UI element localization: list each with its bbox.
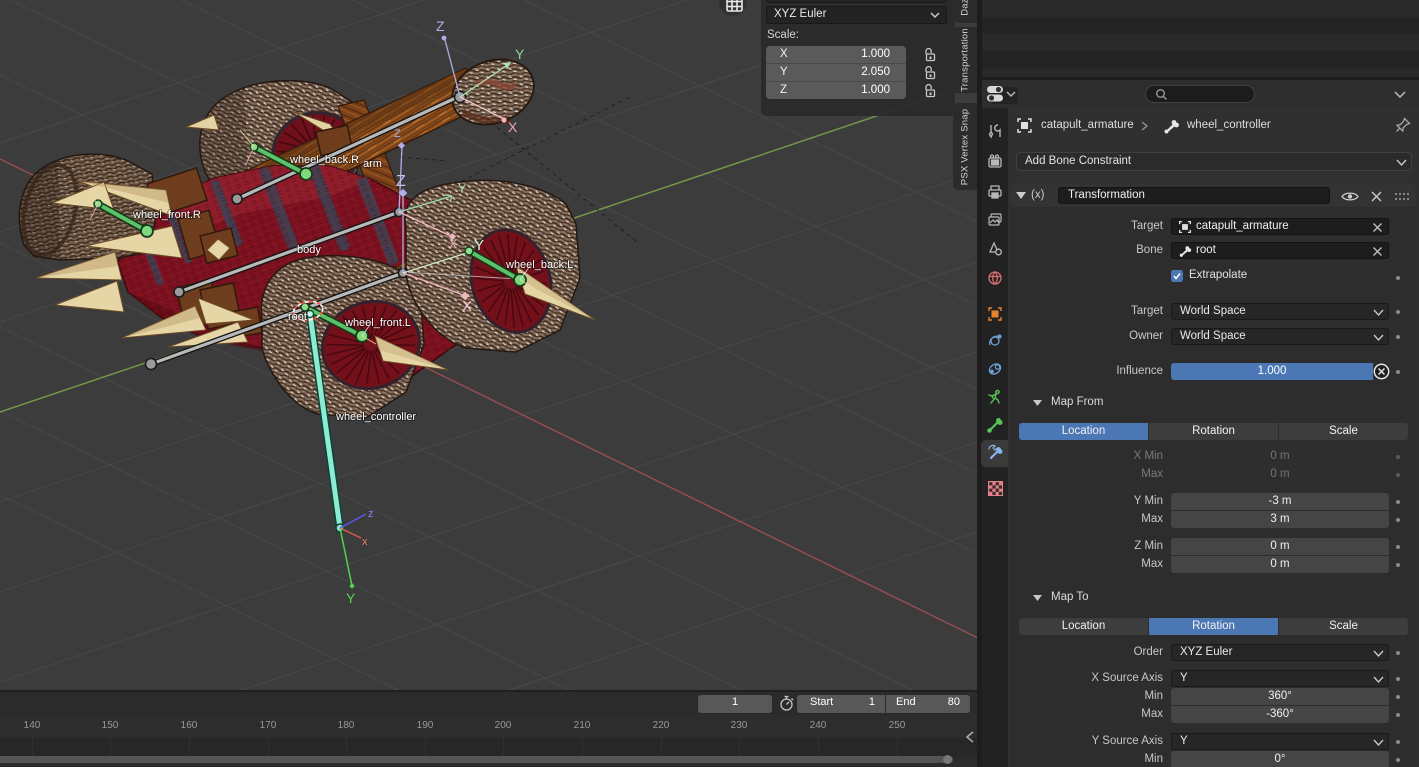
svg-text:body: body xyxy=(297,244,321,256)
svg-text:X: X xyxy=(449,237,457,251)
svg-text:arm: arm xyxy=(363,158,382,170)
svg-text:wheel_front.R: wheel_front.R xyxy=(132,209,201,221)
svg-text:Y: Y xyxy=(515,46,525,62)
svg-text:wheel_controller: wheel_controller xyxy=(335,411,416,423)
svg-text:wheel_back.L: wheel_back.L xyxy=(505,259,573,271)
svg-text:X: X xyxy=(508,119,518,135)
svg-text:Y: Y xyxy=(346,590,356,606)
svg-text:Y: Y xyxy=(474,237,484,254)
svg-text:wheel_back.R: wheel_back.R xyxy=(289,154,359,166)
svg-text:z: z xyxy=(368,508,374,520)
svg-text:x: x xyxy=(362,536,368,548)
svg-text:X: X xyxy=(462,298,472,315)
svg-text:Y: Y xyxy=(458,182,466,196)
svg-text:Z: Z xyxy=(396,173,406,190)
svg-text:wheel_front.L: wheel_front.L xyxy=(344,317,411,329)
svg-text:Z: Z xyxy=(394,128,401,140)
svg-text:Z: Z xyxy=(436,18,445,34)
svg-text:root: root xyxy=(288,311,307,323)
